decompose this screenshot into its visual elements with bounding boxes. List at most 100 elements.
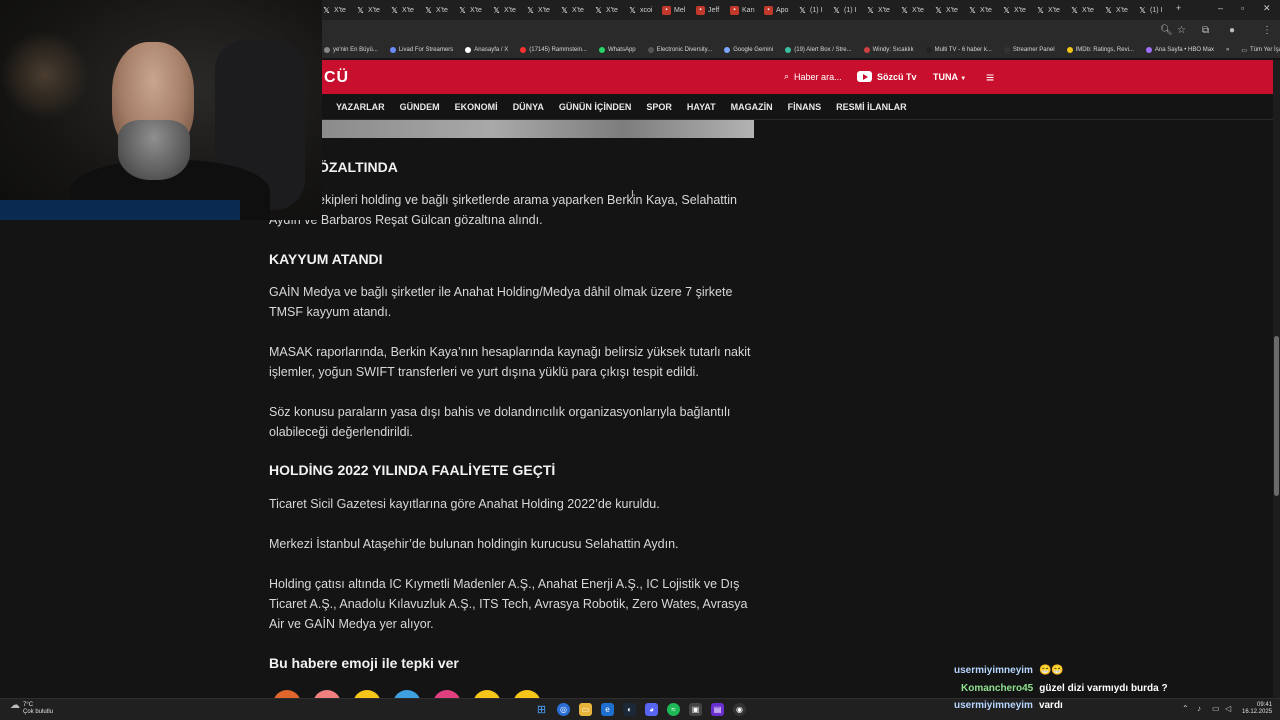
mic-icon[interactable]: ♪ xyxy=(1197,704,1201,713)
browser-tab[interactable]: ▪ Jeff xyxy=(692,2,726,18)
search-button[interactable]: ⌕ Haber ara... xyxy=(784,71,842,82)
all-bookmarks-folder[interactable]: ▭Tüm Yer İşaretleri xyxy=(1235,47,1280,54)
user-menu[interactable]: TUNA ▼ xyxy=(933,72,966,82)
steam-icon[interactable]: ◐ xyxy=(623,703,636,716)
twitch-icon[interactable]: ▤ xyxy=(711,703,724,716)
nav-item[interactable]: GÜNDEM xyxy=(400,102,440,112)
bookmark-item[interactable]: Multi TV - 6 haber k... xyxy=(920,47,998,53)
tray-chevron-icon[interactable]: ⌃ xyxy=(1182,704,1189,713)
address-bar[interactable] xyxy=(318,20,1280,42)
browser-tab[interactable]: 𝕏 X'te xyxy=(556,2,590,18)
browser-tab[interactable]: 𝕏 X'te xyxy=(318,2,352,18)
nav-item[interactable]: EKONOMİ xyxy=(455,102,498,112)
browser-tab[interactable]: 𝕏xcoi xyxy=(624,2,658,18)
browser-tab[interactable]: ▪ Mel xyxy=(658,2,692,18)
browser-tab[interactable]: 𝕏 (1) I xyxy=(794,2,828,18)
bookmarks-more-icon[interactable]: » xyxy=(1220,47,1235,53)
bookmark-item[interactable]: (17145) Rammstein... xyxy=(514,47,593,53)
browser-tab[interactable]: ▪ Karı xyxy=(726,2,760,18)
bookmark-item[interactable]: Google Gemini xyxy=(718,47,779,53)
bookmark-item[interactable]: Ana Sayfa • HBO Max xyxy=(1140,47,1220,53)
x-icon: 𝕏 xyxy=(493,5,500,15)
maximize-icon[interactable]: ▫ xyxy=(1241,3,1244,13)
bookmark-label: ye'nin En Büyü... xyxy=(333,47,378,53)
browser-tab[interactable]: 𝕏 X'te xyxy=(930,2,964,18)
tab-label: Jeff xyxy=(708,6,720,14)
obs-icon[interactable]: ◉ xyxy=(733,703,746,716)
network-icon[interactable]: ▭ xyxy=(1212,704,1220,713)
nav-item[interactable]: SPOR xyxy=(646,102,672,112)
browser-tab[interactable]: 𝕏 X'te xyxy=(352,2,386,18)
browser-tab[interactable]: ▪ Apo xyxy=(760,2,794,18)
nav-item[interactable]: YAZARLAR xyxy=(336,102,385,112)
chat-user: usermiyimneyim xyxy=(954,700,1033,711)
browser-tab[interactable]: 𝕏 X'te xyxy=(862,2,896,18)
bookmark-item[interactable]: Streamer Panel xyxy=(998,47,1061,53)
close-window-icon[interactable]: ✕ xyxy=(1263,3,1271,14)
bookmark-label: Google Gemini xyxy=(733,47,774,53)
page-scrollbar[interactable] xyxy=(1273,60,1280,700)
browser-tab[interactable]: 𝕏 X'te xyxy=(1032,2,1066,18)
discord-icon[interactable]: ◕ xyxy=(645,703,658,716)
bookmark-item[interactable]: IMDb: Ratings, Revi... xyxy=(1061,47,1140,53)
chrome-icon[interactable]: ◎ xyxy=(557,703,570,716)
edge-icon[interactable]: e xyxy=(601,703,614,716)
tab-label: X'te xyxy=(402,6,414,14)
windows-start-icon[interactable]: ⊞ xyxy=(535,703,548,716)
browser-tab[interactable]: 𝕏 X'te xyxy=(896,2,930,18)
hamburger-menu-icon[interactable]: ≡ xyxy=(986,69,994,85)
tab-label: X'te xyxy=(334,6,346,14)
browser-tab[interactable]: 𝕏 X'te xyxy=(454,2,488,18)
browser-tab[interactable]: 𝕏 X'te xyxy=(590,2,624,18)
x-icon: 𝕏 xyxy=(901,5,908,15)
browser-tab[interactable]: 𝕏 X'te xyxy=(1066,2,1100,18)
bookmark-item[interactable]: Electronic Diversity... xyxy=(642,47,719,53)
spotify-icon[interactable]: ≈ xyxy=(667,703,680,716)
app-icon[interactable]: ▣ xyxy=(689,703,702,716)
nav-item[interactable]: DÜNYA xyxy=(513,102,544,112)
nav-item[interactable]: GÜNÜN İÇİNDEN xyxy=(559,102,632,112)
browser-tab[interactable]: 𝕏 X'te xyxy=(488,2,522,18)
profile-icon[interactable]: ● xyxy=(1229,25,1235,36)
x-icon: 𝕏 xyxy=(1037,5,1044,15)
bookmark-label: Electronic Diversity... xyxy=(656,47,713,53)
scroll-thumb[interactable] xyxy=(1274,336,1279,496)
speaker-icon[interactable]: ◁ xyxy=(1225,704,1231,713)
cloud-icon: ☁ xyxy=(10,700,20,711)
bookmark-star-icon[interactable]: ☆ xyxy=(1177,25,1186,36)
bookmark-item[interactable]: Windy: Sıcaklık xyxy=(858,47,920,53)
new-tab-icon[interactable]: + xyxy=(1176,3,1181,13)
browser-tab[interactable]: 𝕏 X'te xyxy=(1100,2,1134,18)
system-clock[interactable]: 09:41 16.12.2025 xyxy=(1242,702,1272,716)
browser-tab[interactable]: 𝕏 (1) I xyxy=(828,2,862,18)
file-explorer-icon[interactable]: ▭ xyxy=(579,703,592,716)
tab-label: X'te xyxy=(1082,6,1094,14)
bookmark-item[interactable]: (19) Alert Box / Stre... xyxy=(779,47,857,53)
weather-widget[interactable]: ☁ 7°C Çok bulutlu xyxy=(10,700,53,716)
browser-tab[interactable]: 𝕏 X'te xyxy=(420,2,454,18)
minimize-icon[interactable]: – xyxy=(1218,3,1223,13)
bookmark-item[interactable]: ye'nin En Büyü... xyxy=(318,47,384,53)
zoom-icon[interactable]: 🔍︎ xyxy=(1160,25,1173,36)
bookmark-item[interactable]: Livad For Streamers xyxy=(384,47,459,53)
browser-tab[interactable]: 𝕏 (1) I xyxy=(1134,2,1168,18)
bookmark-item[interactable]: WhatsApp xyxy=(593,47,642,53)
nav-item[interactable]: HAYAT xyxy=(687,102,716,112)
site-logo[interactable]: CÜ xyxy=(324,69,349,87)
nav-item[interactable]: RESMİ İLANLAR xyxy=(836,102,907,112)
tv-link[interactable]: Sözcü Tv xyxy=(857,71,917,82)
bookmark-favicon-icon xyxy=(465,47,472,53)
x-icon: 𝕏 xyxy=(1139,5,1146,15)
x-icon: 𝕏 xyxy=(629,5,636,15)
nav-item[interactable]: MAGAZİN xyxy=(731,102,773,112)
browser-tab[interactable]: 𝕏 X'te xyxy=(998,2,1032,18)
browser-tab[interactable]: 𝕏 X'te xyxy=(386,2,420,18)
play-icon xyxy=(857,71,872,82)
bookmark-item[interactable]: Anasayfa / X xyxy=(459,47,514,53)
nav-item[interactable]: FİNANS xyxy=(788,102,822,112)
all-bookmarks-label: Tüm Yer İşaretleri xyxy=(1250,47,1280,53)
extensions-icon[interactable]: ⧉ xyxy=(1202,25,1209,36)
browser-tab[interactable]: 𝕏 X'te xyxy=(964,2,998,18)
browser-tab[interactable]: 𝕏 X'te xyxy=(522,2,556,18)
browser-menu-icon[interactable]: ⋮ xyxy=(1262,25,1272,36)
